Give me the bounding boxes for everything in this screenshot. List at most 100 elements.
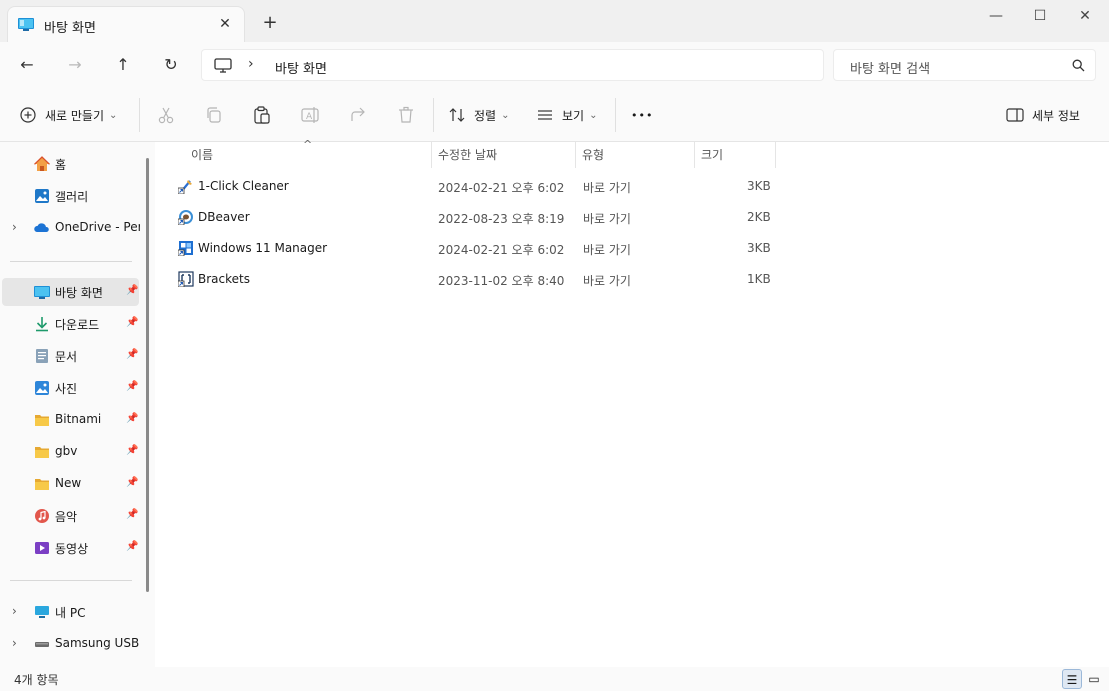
share-icon xyxy=(351,107,365,121)
view-list-icon xyxy=(538,110,552,120)
refresh-button[interactable]: ↻ xyxy=(156,51,186,79)
music-icon xyxy=(35,509,49,523)
up-button[interactable]: ↑ xyxy=(108,51,138,79)
new-tab-button[interactable]: + xyxy=(258,12,282,36)
item-count: 4개 항목 xyxy=(14,673,59,687)
pin-icon[interactable]: 📌 xyxy=(126,541,138,552)
details-view-button[interactable]: ☰ xyxy=(1062,669,1082,689)
sidebar-item-label: 홈 xyxy=(55,158,67,172)
sidebar-item-desktop[interactable]: 바탕 화면 📌 xyxy=(2,278,139,306)
pin-icon[interactable]: 📌 xyxy=(126,477,138,488)
tiles-view-button[interactable]: ▭ xyxy=(1084,669,1104,689)
tab-desktop[interactable]: 바탕 화면 ✕ xyxy=(7,6,245,42)
view-button[interactable]: 보기 ⌄ xyxy=(537,103,597,127)
file-name: DBeaver xyxy=(198,210,250,224)
shortcut-app-icon xyxy=(178,180,192,194)
back-button[interactable]: ← xyxy=(12,51,42,79)
video-icon xyxy=(35,542,49,554)
home-icon xyxy=(34,156,50,171)
sort-button[interactable]: 정렬 ⌄ xyxy=(449,103,509,127)
table-row[interactable]: 1-Click Cleaner 2024-02-21 오후 6:02 바로 가기… xyxy=(175,172,775,202)
file-type: 바로 가기 xyxy=(583,181,631,195)
details-pane-button[interactable]: 세부 정보 xyxy=(1006,103,1080,127)
sidebar-item-documents[interactable]: 문서 📌 xyxy=(2,342,139,370)
file-name: 1-Click Cleaner xyxy=(198,179,289,193)
sidebar-scrollbar[interactable] xyxy=(146,158,149,592)
title-bar: 바탕 화면 ✕ + — ☐ ✕ xyxy=(0,0,1109,42)
trash-icon xyxy=(399,106,413,123)
sidebar-divider xyxy=(10,261,132,262)
expand-chevron-icon[interactable]: › xyxy=(12,636,17,650)
breadcrumb-separator-icon[interactable]: › xyxy=(248,56,254,72)
column-header-size[interactable]: 크기 xyxy=(695,142,776,168)
table-row[interactable]: DBeaver 2022-08-23 오후 8:19 바로 가기 2KB xyxy=(175,203,775,233)
file-size: 3KB xyxy=(747,241,771,255)
chevron-down-icon: ⌄ xyxy=(589,109,598,121)
pin-icon[interactable]: 📌 xyxy=(126,285,138,296)
pin-icon[interactable]: 📌 xyxy=(126,381,138,392)
sidebar-item-new[interactable]: New 📌 xyxy=(2,470,139,498)
tab-close-icon[interactable]: ✕ xyxy=(214,13,236,35)
sidebar-item-label: 바탕 화면 xyxy=(55,286,103,300)
maximize-button[interactable]: ☐ xyxy=(1017,4,1063,28)
sidebar-item-gallery[interactable]: 갤러리 xyxy=(2,182,139,210)
more-options-button[interactable]: ••• xyxy=(631,103,653,127)
share-button[interactable] xyxy=(349,103,367,127)
usb-drive-icon xyxy=(35,642,49,647)
column-header-type[interactable]: 유형 xyxy=(576,142,695,168)
file-type: 바로 가기 xyxy=(583,274,631,288)
pin-icon[interactable]: 📌 xyxy=(126,413,138,424)
sidebar-item-label: 사진 xyxy=(55,382,78,396)
document-icon xyxy=(36,349,48,363)
expand-chevron-icon[interactable]: › xyxy=(12,604,17,618)
sidebar-item-music[interactable]: 음악 📌 xyxy=(2,502,139,530)
sidebar-item-downloads[interactable]: 다운로드 📌 xyxy=(2,310,139,338)
search-icon xyxy=(1072,59,1085,72)
address-field[interactable]: › 바탕 화면 xyxy=(201,49,824,81)
sidebar-item-videos[interactable]: 동영상 📌 xyxy=(2,534,139,562)
sidebar-item-gbv[interactable]: gbv 📌 xyxy=(2,438,139,466)
column-header-name[interactable]: 이름 xyxy=(185,142,432,168)
details-pane-label: 세부 정보 xyxy=(1032,108,1080,123)
cut-button[interactable] xyxy=(157,103,175,127)
new-button[interactable]: 새로 만들기 ⌄ xyxy=(20,103,117,127)
sidebar-item-this-pc[interactable]: › 내 PC xyxy=(2,598,139,626)
pin-icon[interactable]: 📌 xyxy=(126,509,138,520)
pin-icon[interactable]: 📌 xyxy=(126,349,138,360)
toolbar-divider xyxy=(615,98,616,132)
sidebar-item-label: 음악 xyxy=(55,510,78,524)
folder-icon xyxy=(35,447,49,458)
table-row[interactable]: Brackets 2023-11-02 오후 8:40 바로 가기 1KB xyxy=(175,265,775,295)
copy-button[interactable] xyxy=(205,103,223,127)
search-placeholder: 바탕 화면 검색 xyxy=(850,62,931,77)
pin-icon[interactable]: 📌 xyxy=(126,317,138,328)
pc-icon xyxy=(214,58,232,73)
sidebar-item-home[interactable]: 홈 xyxy=(2,150,139,178)
expand-chevron-icon[interactable]: › xyxy=(12,220,17,234)
onedrive-icon xyxy=(34,223,49,232)
table-row[interactable]: Windows 11 Manager 2024-02-21 오후 6:02 바로… xyxy=(175,234,775,264)
sidebar-item-usb[interactable]: › Samsung USB ( xyxy=(2,630,140,658)
column-header-date[interactable]: 수정한 날짜 xyxy=(432,142,576,168)
sidebar-item-pictures[interactable]: 사진 📌 xyxy=(2,374,139,402)
file-date: 2024-02-21 오후 6:02 xyxy=(438,243,565,257)
sidebar-item-label: 갤러리 xyxy=(55,190,89,204)
file-date: 2022-08-23 오후 8:19 xyxy=(438,212,565,226)
pin-icon[interactable]: 📌 xyxy=(126,445,138,456)
breadcrumb-location[interactable]: 바탕 화면 xyxy=(275,58,327,77)
scissors-icon xyxy=(158,107,174,124)
file-name: Windows 11 Manager xyxy=(198,241,328,255)
close-window-button[interactable]: ✕ xyxy=(1062,4,1108,28)
paste-button[interactable] xyxy=(253,103,271,127)
desktop-icon xyxy=(34,286,50,299)
navigation-pane: 홈 갤러리 › OneDrive - Pers 바탕 화면 📌 다운로드 📌 문… xyxy=(0,142,155,667)
delete-button[interactable] xyxy=(397,103,415,127)
status-bar: 4개 항목 ☰ ▭ xyxy=(0,667,1109,691)
forward-button[interactable]: → xyxy=(60,51,90,79)
minimize-button[interactable]: — xyxy=(973,4,1019,28)
sidebar-item-onedrive[interactable]: › OneDrive - Pers xyxy=(2,214,140,242)
sort-button-label: 정렬 xyxy=(474,108,497,123)
sidebar-item-bitnami[interactable]: Bitnami 📌 xyxy=(2,406,139,434)
rename-button[interactable]: A xyxy=(301,103,319,127)
search-input[interactable]: 바탕 화면 검색 xyxy=(833,49,1096,81)
